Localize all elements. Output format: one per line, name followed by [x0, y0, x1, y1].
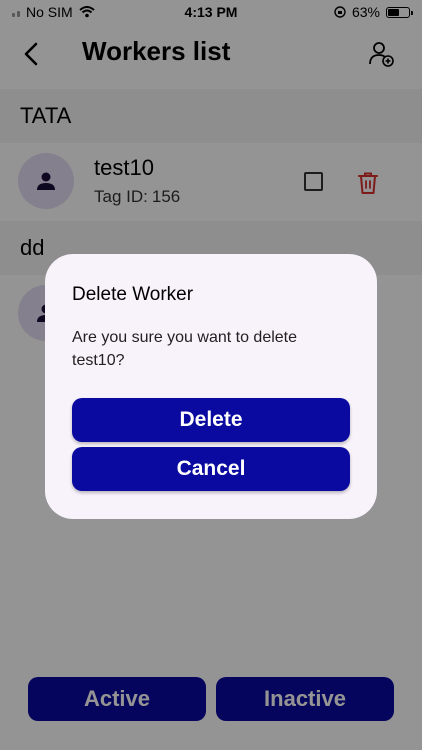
delete-worker-dialog: Delete Worker Are you sure you want to d… — [45, 254, 377, 519]
confirm-delete-button[interactable]: Delete — [72, 398, 350, 442]
workers-list-screen: No SIM 4:13 PM 63% Workers list TATA tes… — [0, 0, 422, 750]
cancel-button[interactable]: Cancel — [72, 447, 350, 491]
dialog-message: Are you sure you want to delete test10? — [72, 329, 298, 369]
dialog-title: Delete Worker — [72, 284, 194, 305]
